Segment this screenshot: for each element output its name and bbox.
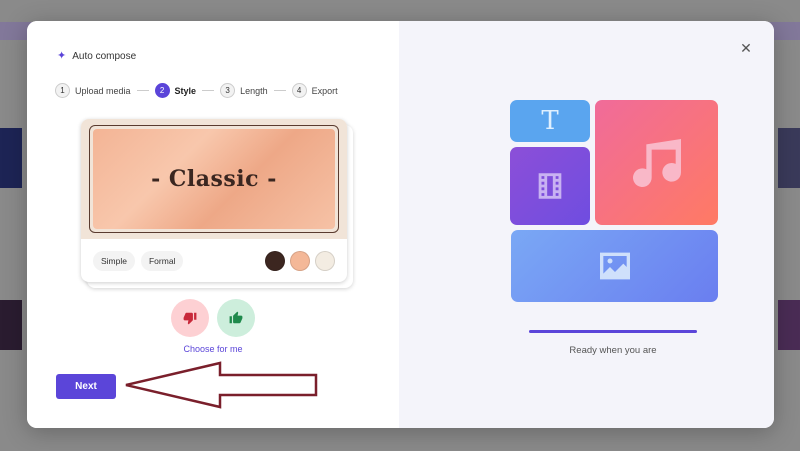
- video-tile: [510, 147, 590, 225]
- step-number: 2: [154, 83, 170, 98]
- step-label: Export: [311, 85, 338, 96]
- step-upload-media[interactable]: 1 Upload media: [55, 83, 131, 98]
- text-tile: T: [510, 100, 590, 142]
- color-swatches: [265, 250, 335, 271]
- style-feedback: [171, 299, 255, 337]
- style-card-stack: - Classic - Simple Formal: [81, 119, 353, 289]
- music-tile: [595, 100, 718, 225]
- text-icon: T: [541, 106, 559, 136]
- annotation-arrow: [125, 361, 318, 409]
- style-card-footer: Simple Formal: [81, 239, 347, 282]
- step-divider: [202, 90, 215, 91]
- image-tile: [511, 230, 718, 302]
- preview-background: - Classic -: [93, 129, 335, 229]
- style-tag-simple: Simple: [93, 250, 135, 271]
- thumbs-down-icon: [183, 312, 197, 325]
- style-preview: - Classic -: [81, 119, 347, 239]
- background-thumbnail: [0, 128, 22, 188]
- style-card[interactable]: - Classic - Simple Formal: [81, 119, 347, 282]
- step-number: 4: [291, 83, 307, 98]
- choose-for-me-link[interactable]: Choose for me: [167, 344, 259, 354]
- sparkle-icon: ✦: [57, 50, 67, 62]
- thumbs-up-icon: [229, 311, 243, 324]
- style-tag-formal: Formal: [140, 250, 184, 271]
- preview-frame: - Classic -: [89, 125, 339, 233]
- background-thumbnail: [0, 300, 22, 350]
- style-name: - Classic -: [151, 166, 277, 192]
- color-swatch-peach[interactable]: [290, 250, 310, 271]
- image-icon: [599, 252, 630, 280]
- step-divider: [136, 90, 149, 91]
- ready-status: Ready when you are: [569, 345, 657, 356]
- step-label: Upload media: [75, 85, 131, 96]
- progress-fill: [529, 330, 697, 333]
- step-label: Length: [240, 85, 268, 96]
- close-icon[interactable]: ✕: [739, 41, 753, 55]
- step-number: 3: [220, 83, 236, 98]
- progress-bar: [529, 330, 697, 333]
- step-length[interactable]: 3 Length: [220, 83, 268, 98]
- next-button[interactable]: Next: [56, 374, 116, 399]
- dialog-title: Auto compose: [72, 51, 137, 62]
- music-note-icon: [632, 138, 681, 187]
- step-number: 1: [55, 83, 70, 98]
- background-thumbnail: [778, 128, 800, 188]
- step-divider: [273, 90, 286, 91]
- color-swatch-cream[interactable]: [315, 250, 335, 271]
- thumbs-down-button[interactable]: [171, 299, 209, 337]
- background-thumbnail: [778, 300, 800, 350]
- dialog-right-panel: ✕ T Ready when you are: [399, 21, 774, 428]
- film-icon: [538, 173, 562, 199]
- thumbs-up-button[interactable]: [217, 299, 255, 337]
- step-export[interactable]: 4 Export: [291, 83, 338, 98]
- step-label: Style: [174, 85, 197, 96]
- stepper: 1 Upload media 2 Style 3 Length 4 Export: [55, 83, 338, 98]
- dialog-header: ✦ Auto compose: [57, 50, 137, 63]
- color-swatch-dark[interactable]: [265, 250, 285, 271]
- step-style[interactable]: 2 Style: [154, 83, 197, 98]
